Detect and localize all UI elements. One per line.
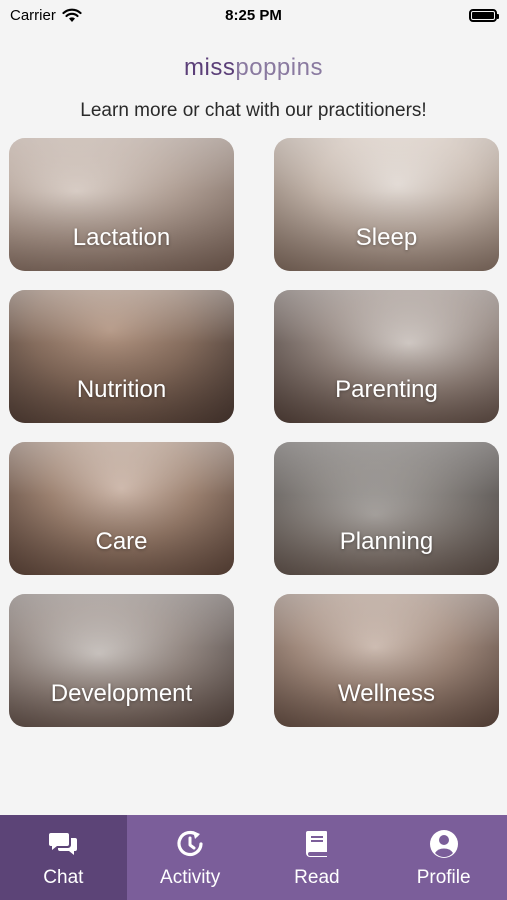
- profile-icon: [429, 830, 458, 858]
- battery-icon: [469, 8, 499, 22]
- activity-icon: [177, 830, 203, 857]
- topic-tile-wellness[interactable]: Wellness: [274, 594, 499, 727]
- status-bar: Carrier 8:25 PM: [0, 0, 507, 30]
- tab-read[interactable]: Read: [254, 815, 381, 900]
- topic-label: Planning: [339, 528, 434, 555]
- topic-label: Care: [95, 528, 148, 555]
- wifi-icon: [62, 8, 82, 22]
- tab-profile[interactable]: Profile: [380, 815, 507, 900]
- carrier-group: Carrier: [10, 7, 82, 24]
- tab-label: Chat: [43, 867, 84, 888]
- topic-tile-nutrition[interactable]: Nutrition: [9, 290, 234, 423]
- book-icon: [305, 831, 327, 857]
- topic-tile-development[interactable]: Development: [9, 594, 234, 727]
- tab-label: Read: [294, 867, 340, 888]
- topic-label: Nutrition: [76, 376, 167, 403]
- tab-label: Activity: [160, 867, 221, 888]
- topic-grid: Lactation Sleep Nutrition Parenting Care…: [9, 138, 499, 727]
- logo-poppins: poppins: [235, 54, 323, 81]
- tab-bar: Chat Activity Read Profile: [0, 815, 507, 900]
- tab-label: Profile: [416, 867, 471, 888]
- page-subtitle: Learn more or chat with our practitioner…: [80, 100, 427, 121]
- topic-tile-care[interactable]: Care: [9, 442, 234, 575]
- topic-tile-parenting[interactable]: Parenting: [274, 290, 499, 423]
- app-logo: misspoppins: [0, 54, 507, 82]
- topic-tile-sleep[interactable]: Sleep: [274, 138, 499, 271]
- chat-icon: [49, 833, 78, 855]
- logo-miss: miss: [184, 54, 236, 81]
- topic-label: Parenting: [335, 376, 438, 403]
- topic-label: Wellness: [338, 680, 435, 707]
- carrier-label: Carrier: [10, 6, 56, 24]
- topic-label: Lactation: [72, 224, 171, 251]
- topic-label: Sleep: [355, 224, 418, 251]
- topic-label: Development: [50, 680, 193, 707]
- topic-tile-planning[interactable]: Planning: [274, 442, 499, 575]
- tab-activity[interactable]: Activity: [127, 815, 254, 900]
- tab-chat[interactable]: Chat: [0, 815, 127, 900]
- topic-tile-lactation[interactable]: Lactation: [9, 138, 234, 271]
